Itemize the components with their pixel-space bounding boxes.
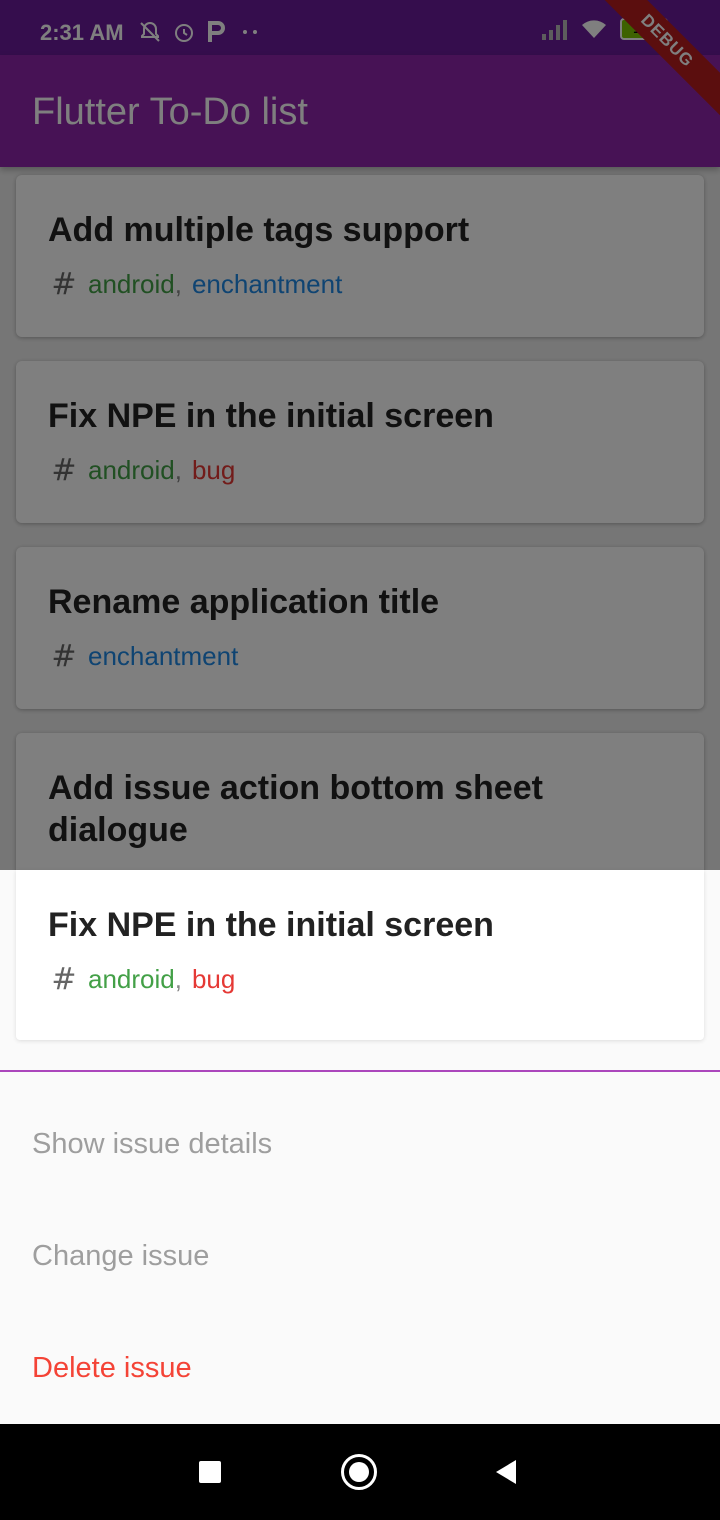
delete-issue-button[interactable]: Delete issue	[32, 1352, 192, 1385]
home-icon[interactable]	[341, 1454, 377, 1490]
tag-separator: ,	[174, 964, 182, 994]
hashtag-icon: #	[51, 962, 77, 997]
back-icon[interactable]	[496, 1460, 516, 1484]
change-issue-button[interactable]: Change issue	[32, 1240, 209, 1273]
bottom-sheet: Fix NPE in the initial screen # android,…	[0, 870, 720, 1424]
tag-bug: bug	[191, 964, 236, 994]
selected-issue-card: Fix NPE in the initial screen # android,…	[16, 870, 704, 1040]
modal-scrim[interactable]	[0, 0, 720, 870]
tag-android: android	[88, 964, 175, 994]
system-nav-bar	[0, 1424, 720, 1520]
sheet-divider	[0, 1070, 720, 1072]
selected-issue-title: Fix NPE in the initial screen	[48, 906, 494, 944]
recents-icon[interactable]	[199, 1461, 221, 1483]
selected-issue-tags: # android, bug	[48, 962, 672, 997]
show-issue-details-button[interactable]: Show issue details	[32, 1128, 272, 1161]
